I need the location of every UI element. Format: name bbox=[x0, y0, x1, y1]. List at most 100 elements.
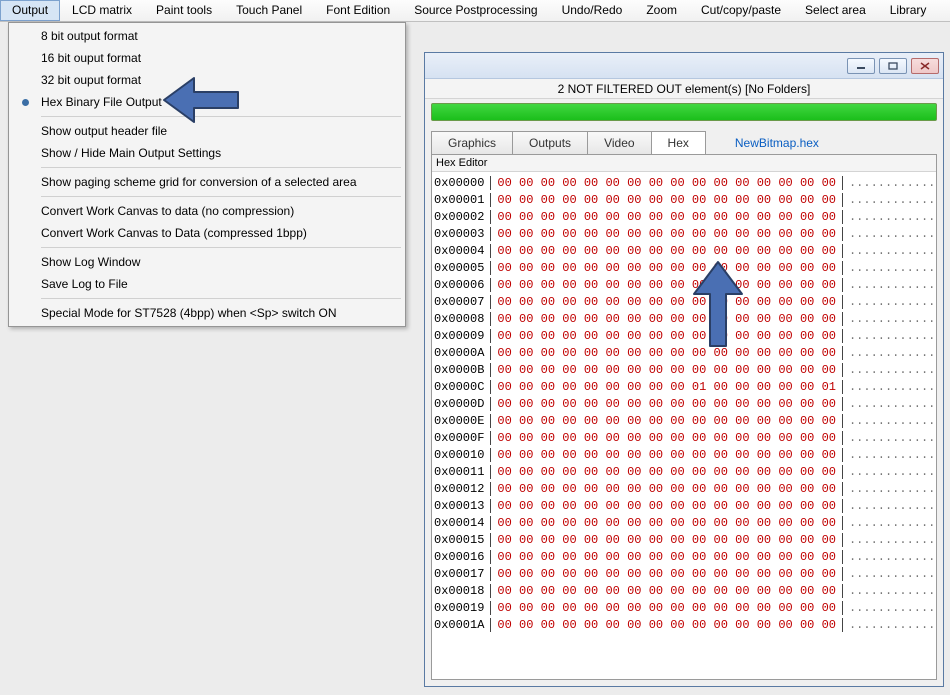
hex-bytes[interactable]: 00 00 00 00 00 00 00 00 00 00 00 00 00 0… bbox=[491, 193, 843, 207]
menubar[interactable]: OutputLCD matrixPaint toolsTouch PanelFo… bbox=[0, 0, 950, 22]
hex-row[interactable]: 0x0000A00 00 00 00 00 00 00 00 00 00 00 … bbox=[434, 344, 934, 361]
hex-bytes[interactable]: 00 00 00 00 00 00 00 00 00 00 00 00 00 0… bbox=[491, 550, 843, 564]
progress-bar bbox=[431, 103, 937, 121]
menu-item-show-output-header-file[interactable]: Show output header file bbox=[11, 120, 403, 142]
menu-item-show-paging-scheme-grid-for-conversion-of-a-selected-area[interactable]: Show paging scheme grid for conversion o… bbox=[11, 171, 403, 193]
hex-row[interactable]: 0x0000200 00 00 00 00 00 00 00 00 00 00 … bbox=[434, 208, 934, 225]
maximize-button[interactable] bbox=[879, 58, 907, 74]
menu-output[interactable]: Output bbox=[0, 0, 60, 21]
hex-row[interactable]: 0x0001200 00 00 00 00 00 00 00 00 00 00 … bbox=[434, 480, 934, 497]
radio-slot bbox=[11, 99, 39, 106]
tabstrip[interactable]: GraphicsOutputsVideoHex NewBitmap.hex bbox=[425, 125, 943, 154]
menu-item-special-mode-for-st7528-4bpp-when-sp-switch-on[interactable]: Special Mode for ST7528 (4bpp) when <Sp>… bbox=[11, 302, 403, 324]
hex-row[interactable]: 0x0000500 00 00 00 00 00 00 00 00 00 00 … bbox=[434, 259, 934, 276]
hex-bytes[interactable]: 00 00 00 00 00 00 00 00 00 00 00 00 00 0… bbox=[491, 465, 843, 479]
tab-outputs[interactable]: Outputs bbox=[512, 131, 588, 154]
hex-bytes[interactable]: 00 00 00 00 00 00 00 00 00 00 00 00 00 0… bbox=[491, 431, 843, 445]
menu-library[interactable]: Library bbox=[878, 0, 939, 21]
menu-paint-tools[interactable]: Paint tools bbox=[144, 0, 224, 21]
hex-bytes[interactable]: 00 00 00 00 00 00 00 00 00 00 00 00 00 0… bbox=[491, 397, 843, 411]
hex-address: 0x00008 bbox=[434, 312, 491, 326]
hex-row[interactable]: 0x0001A00 00 00 00 00 00 00 00 00 00 00 … bbox=[434, 616, 934, 633]
menu-item-label: Convert Work Canvas to Data (compressed … bbox=[39, 226, 403, 240]
hex-editor[interactable]: 0x0000000 00 00 00 00 00 00 00 00 00 00 … bbox=[432, 172, 936, 679]
menu-item-label: Show Log Window bbox=[39, 255, 403, 269]
hex-row[interactable]: 0x0000800 00 00 00 00 00 00 00 00 00 00 … bbox=[434, 310, 934, 327]
hex-row[interactable]: 0x0001900 00 00 00 00 00 00 00 00 00 00 … bbox=[434, 599, 934, 616]
tab-hex[interactable]: Hex bbox=[651, 131, 706, 154]
hex-address: 0x0000A bbox=[434, 346, 491, 360]
hex-row[interactable]: 0x0001600 00 00 00 00 00 00 00 00 00 00 … bbox=[434, 548, 934, 565]
child-window-titlebar[interactable] bbox=[425, 53, 943, 79]
hex-bytes[interactable]: 00 00 00 00 00 00 00 00 00 00 00 00 00 0… bbox=[491, 261, 843, 275]
hex-ascii: ................ bbox=[843, 431, 936, 445]
hex-row[interactable]: 0x0000F00 00 00 00 00 00 00 00 00 00 00 … bbox=[434, 429, 934, 446]
tab-video[interactable]: Video bbox=[587, 131, 651, 154]
menu-animation[interactable]: Animation bbox=[938, 0, 950, 21]
menu-item-hex-binary-file-output[interactable]: Hex Binary File Output bbox=[11, 91, 403, 113]
menu-item-convert-work-canvas-to-data-no-compression[interactable]: Convert Work Canvas to data (no compress… bbox=[11, 200, 403, 222]
hex-row[interactable]: 0x0000100 00 00 00 00 00 00 00 00 00 00 … bbox=[434, 191, 934, 208]
hex-row[interactable]: 0x0000000 00 00 00 00 00 00 00 00 00 00 … bbox=[434, 174, 934, 191]
hex-row[interactable]: 0x0001400 00 00 00 00 00 00 00 00 00 00 … bbox=[434, 514, 934, 531]
hex-row[interactable]: 0x0001000 00 00 00 00 00 00 00 00 00 00 … bbox=[434, 446, 934, 463]
hex-row[interactable]: 0x0000600 00 00 00 00 00 00 00 00 00 00 … bbox=[434, 276, 934, 293]
hex-row[interactable]: 0x0000E00 00 00 00 00 00 00 00 00 00 00 … bbox=[434, 412, 934, 429]
menu-item-16-bit-ouput-format[interactable]: 16 bit ouput format bbox=[11, 47, 403, 69]
menu-item-show-hide-main-output-settings[interactable]: Show / Hide Main Output Settings bbox=[11, 142, 403, 164]
menu-lcd-matrix[interactable]: LCD matrix bbox=[60, 0, 144, 21]
hex-bytes[interactable]: 00 00 00 00 00 00 00 00 00 00 00 00 00 0… bbox=[491, 295, 843, 309]
hex-row[interactable]: 0x0000D00 00 00 00 00 00 00 00 00 00 00 … bbox=[434, 395, 934, 412]
menu-item-32-bit-ouput-format[interactable]: 32 bit ouput format bbox=[11, 69, 403, 91]
hex-bytes[interactable]: 00 00 00 00 00 00 00 00 00 00 00 00 00 0… bbox=[491, 210, 843, 224]
menu-item-show-log-window[interactable]: Show Log Window bbox=[11, 251, 403, 273]
hex-bytes[interactable]: 00 00 00 00 00 00 00 00 00 00 00 00 00 0… bbox=[491, 278, 843, 292]
minimize-button[interactable] bbox=[847, 58, 875, 74]
hex-bytes[interactable]: 00 00 00 00 00 00 00 00 00 00 00 00 00 0… bbox=[491, 346, 843, 360]
hex-row[interactable]: 0x0000900 00 00 00 00 00 00 00 00 00 00 … bbox=[434, 327, 934, 344]
hex-row[interactable]: 0x0001300 00 00 00 00 00 00 00 00 00 00 … bbox=[434, 497, 934, 514]
menu-select-area[interactable]: Select area bbox=[793, 0, 878, 21]
close-button[interactable] bbox=[911, 58, 939, 74]
hex-bytes[interactable]: 00 00 00 00 00 00 00 00 00 01 00 00 00 0… bbox=[491, 380, 843, 394]
menu-item-8-bit-output-format[interactable]: 8 bit output format bbox=[11, 25, 403, 47]
hex-bytes[interactable]: 00 00 00 00 00 00 00 00 00 00 00 00 00 0… bbox=[491, 227, 843, 241]
hex-bytes[interactable]: 00 00 00 00 00 00 00 00 00 00 00 00 00 0… bbox=[491, 482, 843, 496]
menu-item-convert-work-canvas-to-data-compressed-1bpp[interactable]: Convert Work Canvas to Data (compressed … bbox=[11, 222, 403, 244]
hex-bytes[interactable]: 00 00 00 00 00 00 00 00 00 00 00 00 00 0… bbox=[491, 329, 843, 343]
menu-touch-panel[interactable]: Touch Panel bbox=[224, 0, 314, 21]
hex-bytes[interactable]: 00 00 00 00 00 00 00 00 00 00 00 00 00 0… bbox=[491, 516, 843, 530]
hex-row[interactable]: 0x0000C00 00 00 00 00 00 00 00 00 01 00 … bbox=[434, 378, 934, 395]
hex-bytes[interactable]: 00 00 00 00 00 00 00 00 00 00 00 00 00 0… bbox=[491, 176, 843, 190]
menu-source-postprocessing[interactable]: Source Postprocessing bbox=[402, 0, 549, 21]
hex-bytes[interactable]: 00 00 00 00 00 00 00 00 00 00 00 00 00 0… bbox=[491, 601, 843, 615]
hex-row[interactable]: 0x0001800 00 00 00 00 00 00 00 00 00 00 … bbox=[434, 582, 934, 599]
hex-bytes[interactable]: 00 00 00 00 00 00 00 00 00 00 00 00 00 0… bbox=[491, 244, 843, 258]
hex-row[interactable]: 0x0001700 00 00 00 00 00 00 00 00 00 00 … bbox=[434, 565, 934, 582]
menu-undo-redo[interactable]: Undo/Redo bbox=[550, 0, 635, 21]
hex-bytes[interactable]: 00 00 00 00 00 00 00 00 00 00 00 00 00 0… bbox=[491, 312, 843, 326]
tab-graphics[interactable]: Graphics bbox=[431, 131, 513, 154]
hex-row[interactable]: 0x0001500 00 00 00 00 00 00 00 00 00 00 … bbox=[434, 531, 934, 548]
hex-row[interactable]: 0x0000700 00 00 00 00 00 00 00 00 00 00 … bbox=[434, 293, 934, 310]
menu-font-edition[interactable]: Font Edition bbox=[314, 0, 402, 21]
menu-zoom[interactable]: Zoom bbox=[634, 0, 689, 21]
open-file-link[interactable]: NewBitmap.hex bbox=[723, 132, 831, 154]
hex-bytes[interactable]: 00 00 00 00 00 00 00 00 00 00 00 00 00 0… bbox=[491, 584, 843, 598]
menu-item-save-log-to-file[interactable]: Save Log to File bbox=[11, 273, 403, 295]
hex-bytes[interactable]: 00 00 00 00 00 00 00 00 00 00 00 00 00 0… bbox=[491, 499, 843, 513]
hex-bytes[interactable]: 00 00 00 00 00 00 00 00 00 00 00 00 00 0… bbox=[491, 567, 843, 581]
hex-row[interactable]: 0x0001100 00 00 00 00 00 00 00 00 00 00 … bbox=[434, 463, 934, 480]
hex-bytes[interactable]: 00 00 00 00 00 00 00 00 00 00 00 00 00 0… bbox=[491, 618, 843, 632]
hex-row[interactable]: 0x0000400 00 00 00 00 00 00 00 00 00 00 … bbox=[434, 242, 934, 259]
hex-bytes[interactable]: 00 00 00 00 00 00 00 00 00 00 00 00 00 0… bbox=[491, 533, 843, 547]
hex-address: 0x0000B bbox=[434, 363, 491, 377]
output-dropdown[interactable]: 8 bit output format16 bit ouput format32… bbox=[8, 22, 406, 327]
hex-bytes[interactable]: 00 00 00 00 00 00 00 00 00 00 00 00 00 0… bbox=[491, 448, 843, 462]
menu-cut-copy-paste[interactable]: Cut/copy/paste bbox=[689, 0, 793, 21]
hex-bytes[interactable]: 00 00 00 00 00 00 00 00 00 00 00 00 00 0… bbox=[491, 363, 843, 377]
hex-row[interactable]: 0x0000300 00 00 00 00 00 00 00 00 00 00 … bbox=[434, 225, 934, 242]
hex-bytes[interactable]: 00 00 00 00 00 00 00 00 00 00 00 00 00 0… bbox=[491, 414, 843, 428]
menu-item-label: Show paging scheme grid for conversion o… bbox=[39, 175, 403, 189]
hex-row[interactable]: 0x0000B00 00 00 00 00 00 00 00 00 00 00 … bbox=[434, 361, 934, 378]
